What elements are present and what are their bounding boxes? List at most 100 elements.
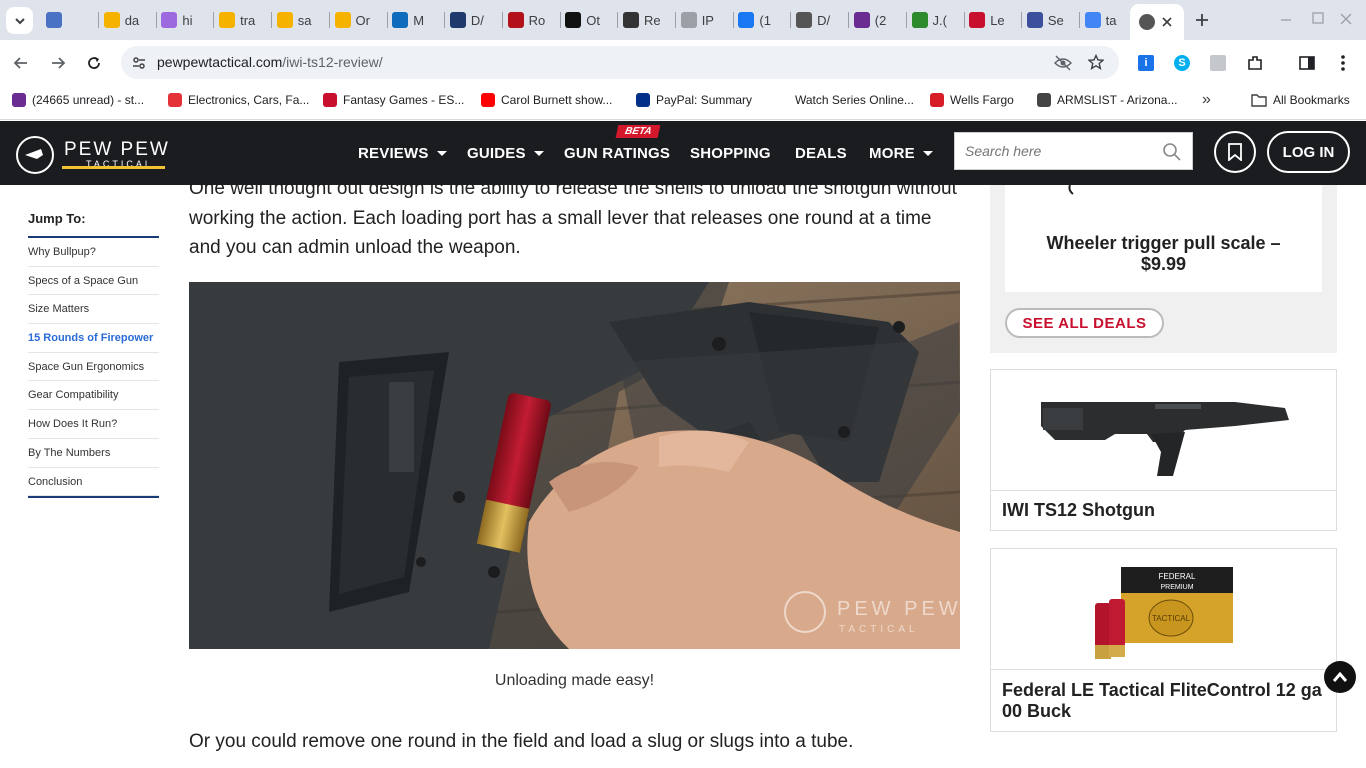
browser-tab[interactable]: ta [1084,7,1116,33]
address-bar[interactable]: pewpewtactical.com/iwi-ts12-review/ [121,46,1119,79]
product-card-federal[interactable]: FEDERAL PREMIUM TACTICAL Federal LE Tact… [990,548,1337,732]
search-icon[interactable] [1162,142,1182,162]
browser-tab[interactable]: (2 [853,7,887,33]
tab-separator [1021,12,1023,28]
toc-item[interactable]: By The Numbers [28,439,159,468]
skype-icon[interactable]: S [1174,55,1190,71]
browser-tab[interactable]: Se [1026,7,1064,33]
bookmark-item[interactable]: ARMSLIST - Arizona... [1037,93,1178,107]
site-logo[interactable]: PEW PEW TACTICAL [15,135,170,175]
browser-tab[interactable]: Ot [565,7,600,33]
tab-separator [98,12,99,28]
bookmark-item[interactable]: Watch Series Online... [795,93,914,107]
browser-tab[interactable]: J.( [911,7,947,33]
maximize-icon[interactable] [1312,12,1324,24]
product-card-ts12[interactable]: IWI TS12 Shotgun [990,369,1337,531]
browser-tab[interactable]: Or [334,7,370,33]
nav-more[interactable]: MORE [869,145,933,162]
nav-shopping[interactable]: SHOPPING [690,145,771,162]
shopping-icon [219,12,236,28]
bookmark-button[interactable] [1214,131,1256,173]
toc-divider [28,496,159,499]
window-close-icon[interactable] [1340,13,1352,25]
browser-tab[interactable]: tra [219,7,255,33]
url-text[interactable]: pewpewtactical.com/iwi-ts12-review/ [157,54,383,70]
site-info-icon[interactable] [131,55,147,71]
folder-icon [1251,94,1267,107]
browser-tab[interactable]: hi [161,7,193,33]
menu-dots-icon[interactable] [1337,54,1349,72]
browser-tab[interactable]: Re [623,7,661,33]
all-bookmarks-button[interactable]: All Bookmarks [1251,93,1350,107]
browser-tab[interactable]: Le [969,7,1005,33]
product-divider [991,669,1336,670]
tab-label: M [413,12,425,28]
see-all-deals-button[interactable]: SEE ALL DEALS [1005,308,1164,338]
bookmark-item[interactable]: PayPal: Summary [636,93,752,107]
tab-label: D/ [817,12,831,28]
product-name[interactable]: Federal LE Tactical FliteControl 12 ga 0… [1002,680,1332,722]
deal-title[interactable]: Wheeler trigger pull scale – $9.99 [1025,233,1302,275]
browser-tab[interactable]: M [392,7,424,33]
tab-label: Le [990,12,1005,28]
star-icon[interactable] [1088,54,1104,70]
nav-deals[interactable]: DEALS [795,145,847,162]
deal-image [1068,185,1074,195]
info-extension-icon[interactable]: i [1138,55,1154,71]
side-panel-icon[interactable] [1299,55,1315,71]
gun-icon [911,12,928,28]
browser-tab[interactable]: sa [276,7,312,33]
nav-gun-ratings[interactable]: GUN RATINGS [564,145,670,162]
bookmark-item[interactable]: (24665 unread) - st... [12,93,144,107]
more-bookmarks-icon[interactable]: » [1202,91,1211,109]
search-input[interactable] [955,133,1155,169]
browser-tab[interactable]: IP [680,7,714,33]
back-icon[interactable] [13,55,29,71]
nav-reviews[interactable]: REVIEWS [358,145,447,162]
forward-icon[interactable] [50,55,66,71]
browser-tab[interactable] [46,7,67,33]
deal-card[interactable]: Wheeler trigger pull scale – $9.99 [1005,185,1322,292]
eye-off-icon[interactable] [1054,55,1072,71]
toc-item[interactable]: Why Bullpup? [28,238,159,267]
svg-text:FEDERAL: FEDERAL [1159,572,1196,581]
back-to-top-button[interactable] [1324,661,1356,693]
toc-item[interactable]: Conclusion [28,468,159,497]
extension-icon[interactable] [1210,55,1226,71]
product-name[interactable]: IWI TS12 Shotgun [1002,500,1155,521]
browser-tab[interactable]: D/ [796,7,830,33]
logo-underline [62,166,165,169]
bookmark-item[interactable]: Fantasy Games - ES... [323,93,464,107]
site-header: PEW PEW TACTICAL REVIEWS GUIDES GUN RATING… [0,121,1366,185]
tab-label: da [124,12,140,28]
browser-tab[interactable]: Ro [507,7,546,33]
toc-item[interactable]: 15 Rounds of Firepower [28,324,159,353]
nav-guides[interactable]: GUIDES [467,145,544,162]
active-tab[interactable] [1130,4,1184,40]
close-icon[interactable] [1160,15,1174,29]
wellsfargo-icon [930,93,944,107]
reload-icon[interactable] [86,55,102,71]
tab-label: (2 [874,12,887,28]
bookmark-item[interactable]: Carol Burnett show... [481,93,612,107]
bookmark-label: Watch Series Online... [795,93,914,107]
ammo-box-image: FEDERAL PREMIUM TACTICAL [1095,567,1233,659]
bookmark-item[interactable]: Wells Fargo [930,93,1014,107]
tab-label: Se [1047,12,1064,28]
tab-label: Ro [528,12,546,28]
minimize-icon[interactable] [1280,14,1292,26]
browser-tab[interactable]: D/ [449,7,484,33]
tab-search-button[interactable] [6,7,33,34]
login-button[interactable]: LOG IN [1267,131,1350,173]
site-search[interactable] [954,132,1193,170]
toc-item[interactable]: Gear Compatibility [28,381,159,411]
browser-tab[interactable]: da [103,7,140,33]
puzzle-icon[interactable] [1246,54,1264,72]
browser-tab[interactable]: (1 [738,7,771,33]
bookmark-item[interactable]: Electronics, Cars, Fa... [168,93,309,107]
toc-item[interactable]: Space Gun Ergonomics [28,353,159,382]
toc-item[interactable]: Specs of a Space Gun [28,267,159,296]
toc-item[interactable]: How Does It Run? [28,410,159,439]
new-tab-icon[interactable] [1194,12,1210,28]
toc-item[interactable]: Size Matters [28,295,159,325]
